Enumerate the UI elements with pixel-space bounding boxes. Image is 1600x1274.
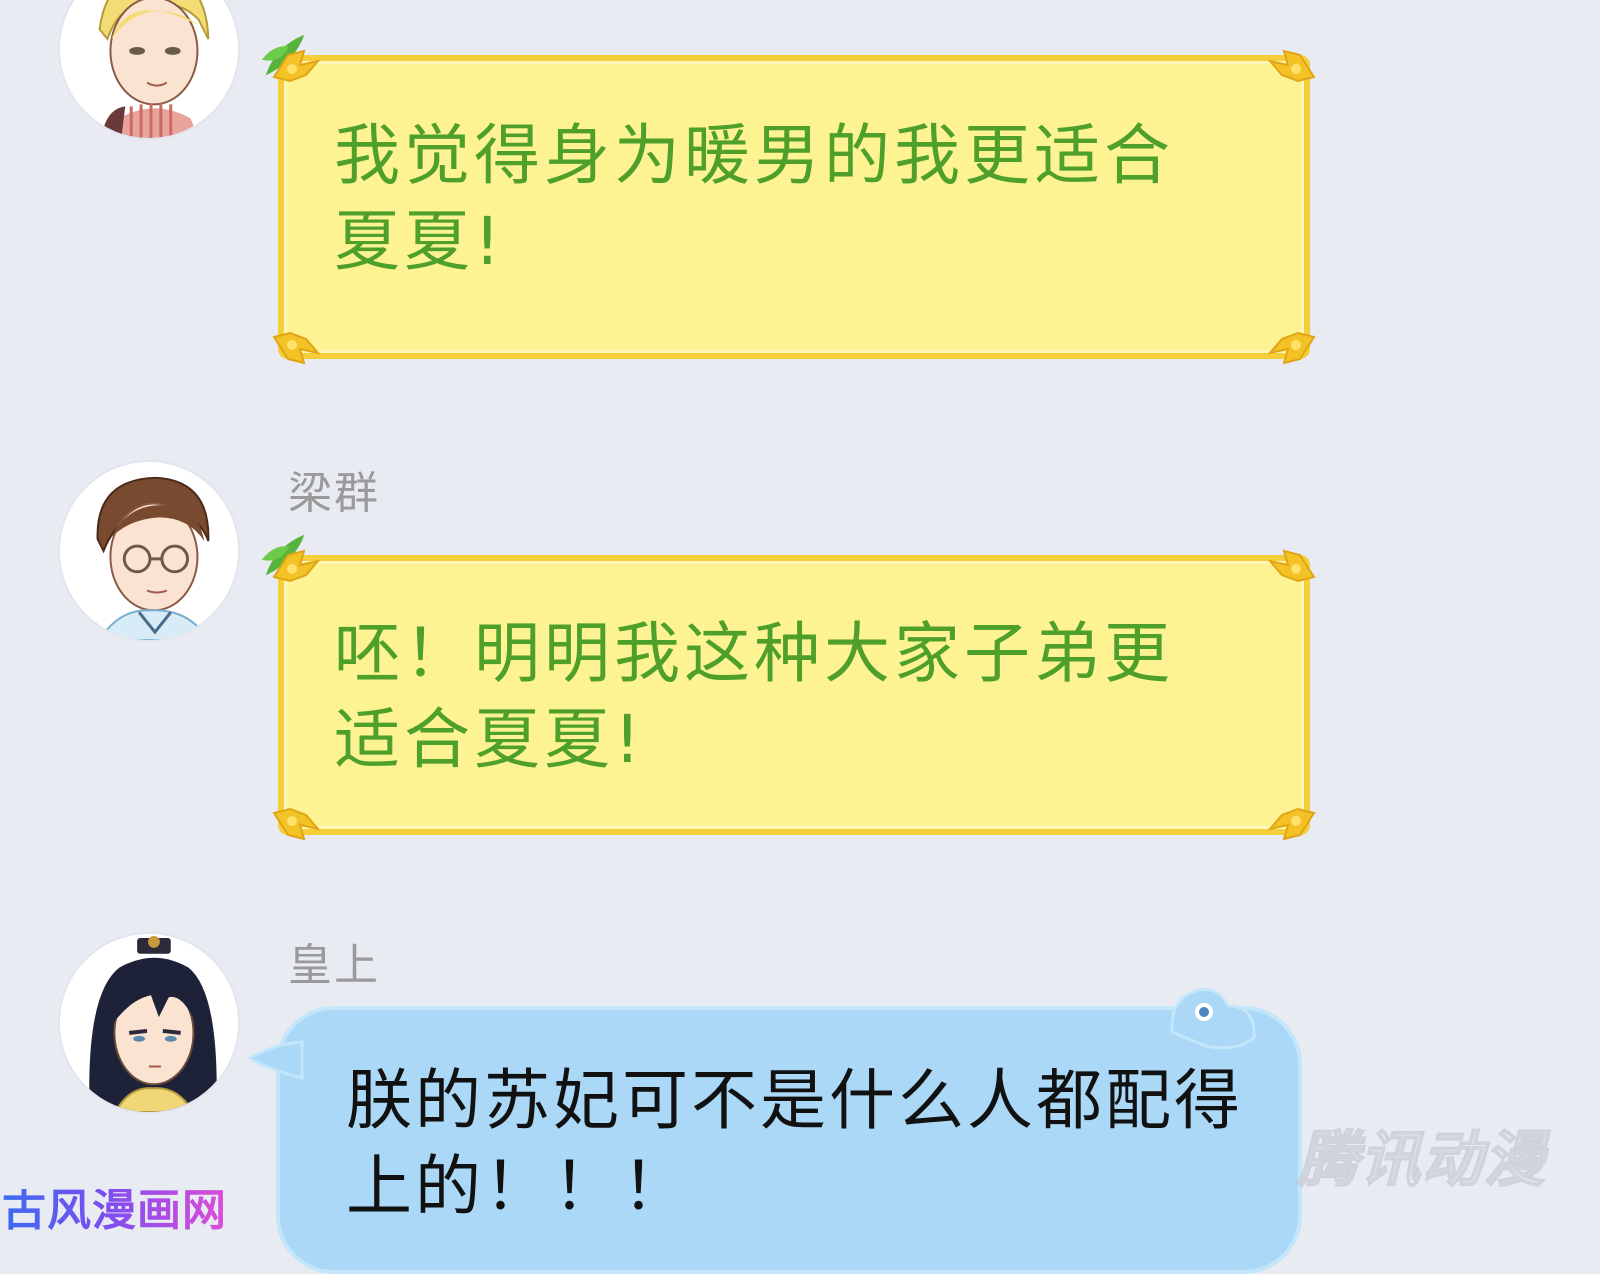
sender-name: 梁群 <box>288 468 380 519</box>
message-text: 呸！明明我这种大家子弟更适合夏夏! <box>334 615 1174 778</box>
message-text: 我觉得身为暖男的我更适合夏夏! <box>334 117 1174 280</box>
ornament-corner-icon <box>1254 303 1318 367</box>
glasses-character-avatar-icon <box>60 462 238 640</box>
ornament-corner-icon <box>1254 779 1318 843</box>
ornament-corner-icon <box>270 47 334 111</box>
blond-character-avatar-icon <box>60 0 238 138</box>
avatar-emperor[interactable] <box>60 934 238 1112</box>
watermark-left: 古风漫画网 <box>2 1185 227 1236</box>
watermark-right: 腾讯动漫 <box>1297 1125 1546 1195</box>
ornament-corner-icon <box>1254 547 1318 611</box>
message-bubble-3[interactable]: 朕的苏妃可不是什么人都配得上的！！！ <box>247 987 1302 1274</box>
sender-name: 皇上 <box>288 940 380 991</box>
ornament-corner-icon <box>1254 47 1318 111</box>
avatar-blond[interactable] <box>60 0 238 138</box>
ornament-corner-icon <box>270 779 334 843</box>
message-bubble-1[interactable]: 我觉得身为暖男的我更适合夏夏! <box>261 34 1316 365</box>
message-text: 朕的苏妃可不是什么人都配得上的！！！ <box>346 1062 1243 1225</box>
creature-ear-icon <box>1170 987 1256 1050</box>
ornament-corner-icon <box>270 547 334 611</box>
bubble-tail-icon <box>247 1040 304 1080</box>
emperor-character-avatar-icon <box>60 934 238 1112</box>
ornament-corner-icon <box>270 303 334 367</box>
message-bubble-2[interactable]: 呸！明明我这种大家子弟更适合夏夏! <box>261 534 1316 841</box>
avatar-liang-qun[interactable] <box>60 462 238 640</box>
